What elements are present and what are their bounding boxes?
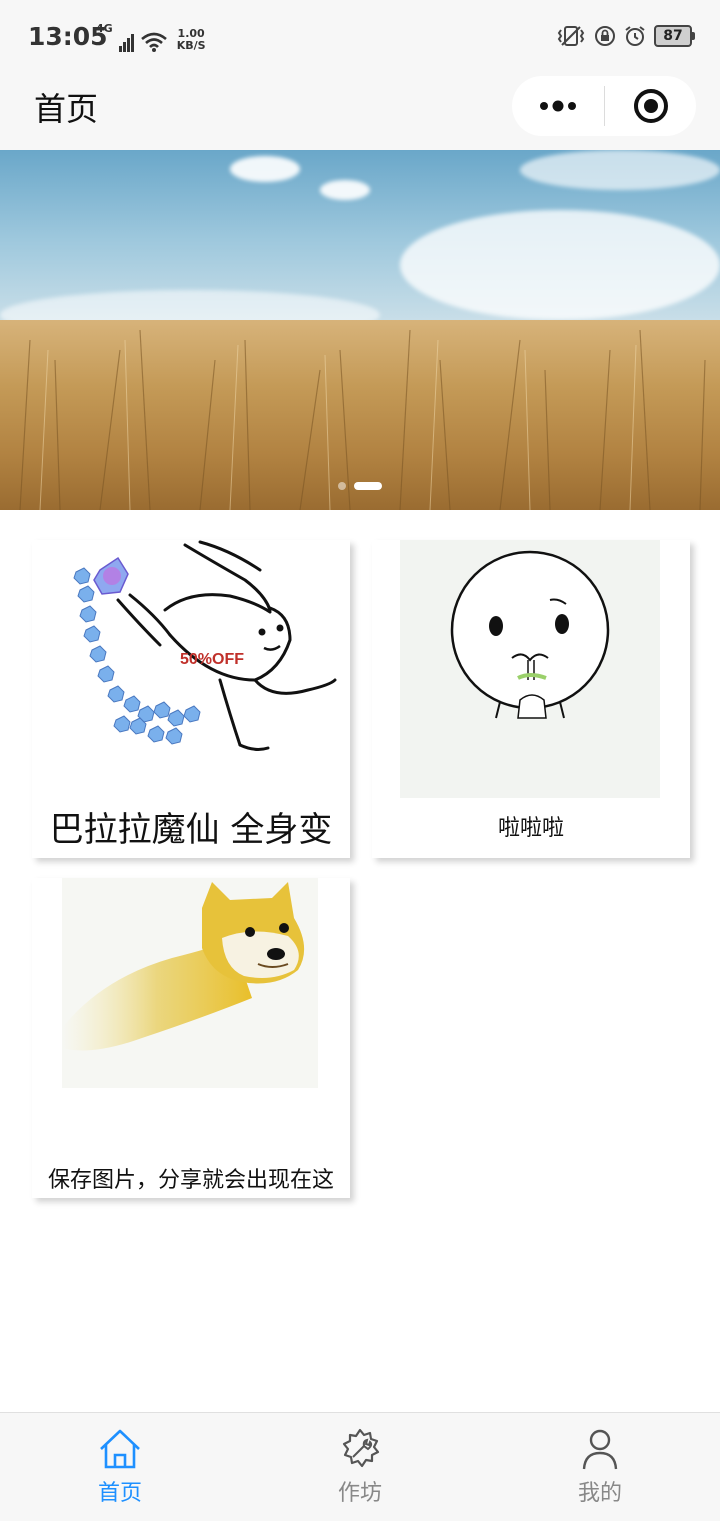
speed-unit: KB/S — [176, 39, 206, 52]
vibrate-icon — [557, 26, 585, 46]
flying-doge-image — [62, 882, 305, 1051]
wrench-gear-icon — [342, 1428, 380, 1468]
tab-home[interactable]: 首页 — [0, 1413, 240, 1521]
card-rabbit[interactable]: 50%OFF 巴拉拉魔仙 全身变 — [32, 540, 350, 858]
round-face-sketch-image — [450, 550, 610, 719]
wifi-icon — [140, 32, 167, 52]
status-network-group: 4G 1.00 KB/S — [96, 22, 206, 52]
tab-label: 首页 — [97, 1481, 142, 1506]
tab-mine[interactable]: 我的 — [480, 1413, 720, 1521]
banner-indicators — [0, 481, 720, 491]
svg-text:50%OFF: 50%OFF — [180, 651, 244, 668]
home-icon — [100, 1429, 140, 1469]
lock-rotation-icon — [595, 26, 615, 46]
network-type: 4G — [96, 22, 113, 35]
status-bar: 13:05 4G 1.00 KB/S 87 — [0, 0, 720, 70]
page-title: 首页 — [34, 90, 99, 128]
network-speed: 1.00 KB/S — [177, 28, 206, 52]
target-circle-icon — [633, 89, 668, 123]
more-dots-icon — [540, 100, 576, 112]
tab-workshop[interactable]: 作坊 — [240, 1413, 480, 1521]
card-round-face[interactable]: 啦啦啦 — [372, 540, 690, 858]
banner-dot-active[interactable] — [354, 482, 382, 490]
card-caption: 保存图片，分享就会出现在这 — [47, 1168, 334, 1193]
close-button[interactable] — [605, 76, 696, 136]
tab-label: 我的 — [577, 1481, 622, 1506]
tab-bar: 首页 作坊 我的 — [0, 1412, 720, 1521]
tab-label: 作坊 — [337, 1481, 382, 1506]
status-system-group: 87 — [556, 24, 695, 48]
card-caption: 啦啦啦 — [497, 816, 564, 841]
more-button[interactable] — [512, 76, 604, 136]
battery-indicator: 87 — [654, 25, 695, 47]
person-icon — [582, 1429, 618, 1470]
rabbit-sketch-image: 50%OFF — [73, 540, 337, 751]
miniprogram-capsule — [512, 76, 696, 136]
signal-icon — [118, 34, 134, 52]
card-flying-doge[interactable]: 保存图片，分享就会出现在这 — [32, 878, 350, 1198]
nav-bar: 首页 — [0, 70, 720, 150]
alarm-icon — [625, 26, 645, 46]
banner-dot[interactable] — [338, 482, 346, 490]
card-caption: 巴拉拉魔仙 全身变 — [49, 810, 333, 850]
banner-carousel[interactable] — [0, 150, 720, 510]
